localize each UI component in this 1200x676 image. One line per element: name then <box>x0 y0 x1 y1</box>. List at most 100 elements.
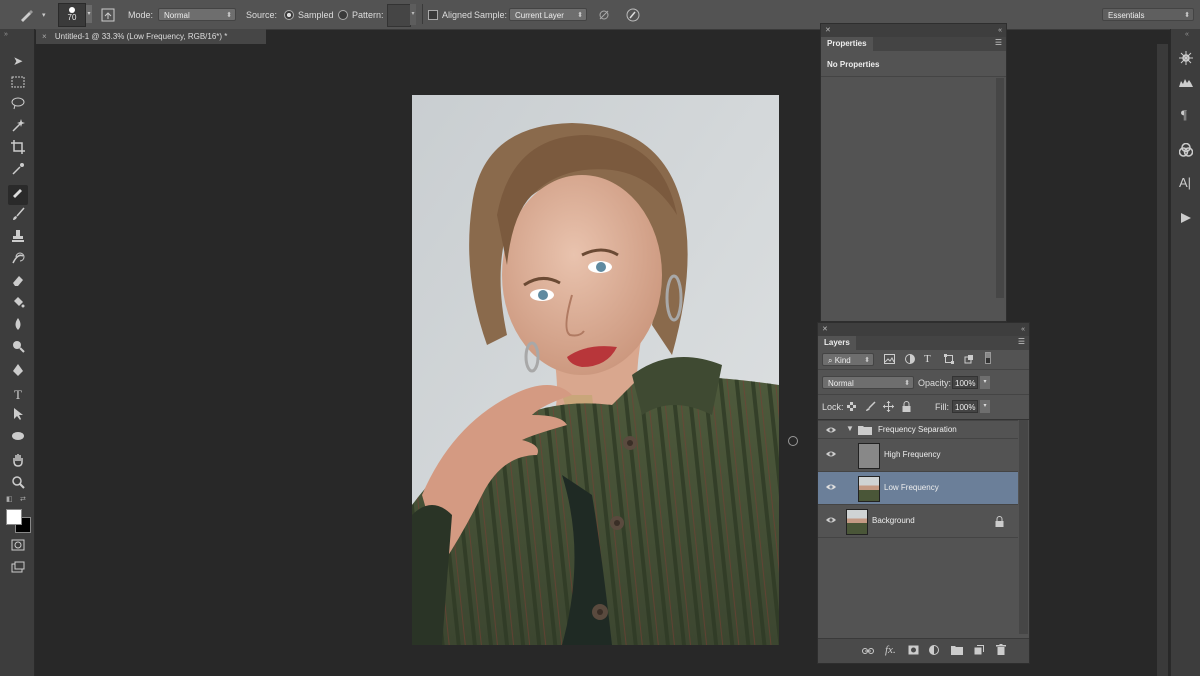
magic-wand-tool-icon[interactable] <box>8 118 28 138</box>
opacity-slider-arrow-icon[interactable]: ▾ <box>980 376 990 389</box>
brush-size-picker[interactable]: 70 <box>58 3 86 27</box>
lock-transparent-pixels-icon[interactable] <box>847 402 856 413</box>
ignore-adjustment-layers-icon[interactable] <box>598 0 610 29</box>
lock-all-icon[interactable] <box>902 401 911 414</box>
path-selection-tool-icon[interactable] <box>8 407 28 427</box>
divider <box>818 394 1029 395</box>
character-icon[interactable]: A| <box>1179 175 1191 190</box>
eyedropper-tool-icon[interactable] <box>8 162 28 182</box>
brush-picker-arrow-icon[interactable]: ▾ <box>86 5 92 23</box>
filter-pixel-icon[interactable] <box>884 354 895 366</box>
pattern-picker-arrow-icon[interactable]: ▾ <box>410 4 416 25</box>
hand-tool-icon[interactable] <box>8 453 28 473</box>
workspace-switcher[interactable]: Essentials <box>1102 8 1194 22</box>
clone-source-icon[interactable] <box>101 0 115 29</box>
eraser-tool-icon[interactable] <box>8 273 28 293</box>
canvas-image[interactable] <box>412 95 779 645</box>
layers-scrollbar[interactable] <box>1019 420 1028 634</box>
fx-icon[interactable]: fx. <box>885 644 896 656</box>
foreground-color-swatch[interactable] <box>6 509 22 525</box>
layer-row-low-frequency[interactable]: Low Frequency <box>818 471 1018 504</box>
pattern-swatch[interactable] <box>387 4 411 27</box>
type-tool-icon[interactable]: T <box>8 385 28 405</box>
tab-layers[interactable]: Layers <box>818 336 856 350</box>
pressure-size-icon[interactable] <box>626 0 640 29</box>
clone-stamp-tool-icon[interactable] <box>8 229 28 249</box>
lasso-tool-icon[interactable] <box>8 96 28 116</box>
mode-select[interactable]: Normal <box>158 8 236 22</box>
tool-preset-chevron-icon[interactable]: ▾ <box>42 0 46 29</box>
visibility-eye-icon[interactable] <box>826 516 836 524</box>
layer-row-high-frequency[interactable]: High Frequency <box>818 438 1018 471</box>
paint-bucket-tool-icon[interactable] <box>8 295 28 315</box>
close-panel-icon[interactable]: ✕ <box>825 27 831 34</box>
histogram-icon[interactable] <box>1179 77 1193 87</box>
new-adjustment-layer-icon[interactable] <box>929 645 939 655</box>
sampled-radio[interactable]: Sampled <box>284 0 334 29</box>
filter-adjustment-icon[interactable] <box>905 354 915 366</box>
pattern-radio-icon <box>338 9 348 20</box>
layer-row-group[interactable]: ▼ Frequency Separation <box>818 420 1018 439</box>
swap-colors-icon[interactable]: ⇄ <box>20 495 26 503</box>
layer-thumbnail <box>858 476 880 502</box>
collapse-toolbar-icon[interactable]: » <box>4 31 8 38</box>
collapse-panel-icon[interactable]: « <box>998 24 1002 37</box>
close-panel-icon[interactable]: ✕ <box>822 326 828 333</box>
vertical-scrollbar[interactable] <box>1157 44 1168 676</box>
default-colors-icon[interactable]: ◧ <box>6 495 13 503</box>
zoom-tool-icon[interactable] <box>8 475 28 495</box>
healing-brush-tool-icon[interactable] <box>8 185 28 205</box>
fill-slider-arrow-icon[interactable]: ▾ <box>980 400 990 413</box>
brush-tool-icon[interactable] <box>8 207 28 227</box>
filter-toggle-icon[interactable] <box>985 352 991 366</box>
panel-menu-icon[interactable]: ☰ <box>1018 337 1025 346</box>
actions-play-icon[interactable] <box>1180 212 1192 224</box>
visibility-eye-icon[interactable] <box>826 483 836 491</box>
quick-mask-icon[interactable] <box>8 537 28 557</box>
collapse-dock-icon[interactable]: « <box>1185 31 1189 38</box>
blend-mode-select[interactable]: Normal <box>822 376 914 390</box>
new-group-icon[interactable] <box>951 645 963 655</box>
close-document-icon[interactable]: × <box>42 32 47 41</box>
filter-smart-object-icon[interactable] <box>964 354 974 366</box>
crop-tool-icon[interactable] <box>8 140 28 160</box>
tab-properties[interactable]: Properties <box>821 37 873 51</box>
lock-label: Lock: <box>822 402 844 412</box>
blur-tool-icon[interactable] <box>8 317 28 337</box>
collapse-panel-icon[interactable]: « <box>1021 323 1025 336</box>
portrait-photo <box>412 95 779 645</box>
move-tool-icon[interactable]: ➤ <box>8 51 28 71</box>
channels-icon[interactable] <box>1179 143 1193 157</box>
marquee-tool-icon[interactable] <box>8 74 28 94</box>
pen-tool-icon[interactable] <box>8 363 28 383</box>
group-disclosure-icon[interactable]: ▼ <box>846 424 854 433</box>
fill-input[interactable]: 100% <box>952 400 978 413</box>
visibility-eye-icon[interactable] <box>826 426 836 434</box>
link-layers-icon[interactable] <box>862 647 874 655</box>
screen-mode-icon[interactable] <box>8 559 28 579</box>
history-brush-tool-icon[interactable] <box>8 251 28 271</box>
lock-position-icon[interactable] <box>883 401 894 414</box>
paragraph-icon[interactable]: ¶ <box>1181 107 1187 123</box>
lock-image-pixels-icon[interactable] <box>865 401 876 414</box>
pattern-radio[interactable]: Pattern: <box>338 0 384 29</box>
sample-select[interactable]: Current Layer <box>509 8 587 22</box>
aligned-checkbox[interactable]: Aligned <box>428 0 472 29</box>
document-tab[interactable]: × Untitled-1 @ 33.3% (Low Frequency, RGB… <box>36 29 266 44</box>
dodge-tool-icon[interactable] <box>8 339 28 359</box>
healing-brush-icon[interactable] <box>18 0 34 29</box>
navigator-icon[interactable] <box>1179 51 1193 65</box>
layer-filter-kind[interactable]: ⌕ Kind <box>822 353 874 367</box>
add-mask-icon[interactable] <box>908 645 919 655</box>
delete-layer-icon[interactable] <box>996 644 1006 655</box>
panel-menu-icon[interactable]: ☰ <box>995 38 1002 47</box>
ellipse-tool-icon[interactable] <box>8 429 28 449</box>
opacity-input[interactable]: 100% <box>952 376 978 389</box>
visibility-eye-icon[interactable] <box>826 450 836 458</box>
filter-type-icon[interactable]: T <box>924 353 931 365</box>
properties-scrollbar[interactable] <box>996 78 1004 298</box>
new-layer-icon[interactable] <box>974 645 984 655</box>
filter-shape-icon[interactable] <box>944 354 954 366</box>
layer-row-background[interactable]: Background <box>818 504 1018 537</box>
source-label: Source: <box>246 9 278 20</box>
